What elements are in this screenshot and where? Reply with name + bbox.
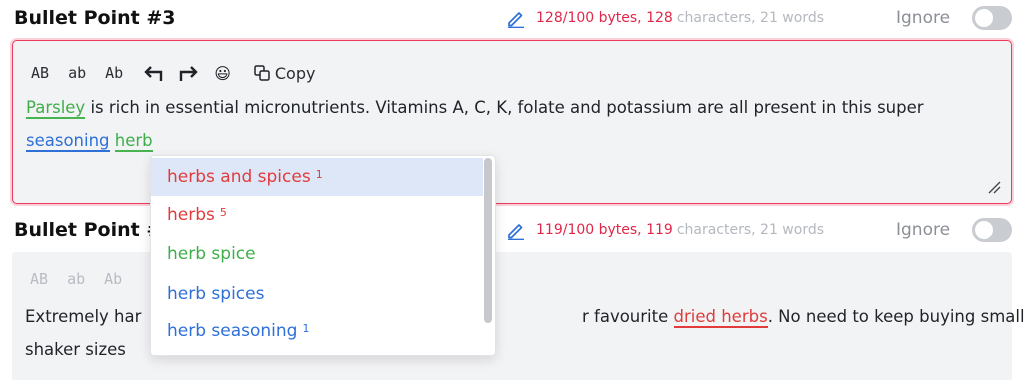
suggestion-label: herbs and spices	[167, 167, 311, 187]
copy-button[interactable]: Copy	[253, 63, 316, 83]
suggestion-label: herb spice	[167, 244, 256, 264]
flagged-word[interactable]: Parsley	[26, 98, 86, 119]
suggestion-label: herbs	[167, 205, 215, 225]
toggle-knob	[975, 221, 993, 239]
byte-counter: 119/100 bytes, 119 characters, 21 words	[506, 220, 824, 240]
suggestion-item[interactable]: herb spices	[151, 275, 483, 313]
bullet-text[interactable]: Parsley is rich in essential micronutrie…	[26, 91, 1006, 157]
suggestion-label: herb seasoning	[167, 321, 298, 341]
suggestion-item[interactable]: herb seasoning 1	[151, 312, 483, 350]
suggestion-label: herb spices	[167, 284, 265, 304]
flagged-word-active[interactable]: herb	[114, 131, 153, 152]
titlecase-button[interactable]: Ab	[105, 64, 123, 82]
pencil-icon[interactable]	[506, 8, 526, 28]
char-word-count: characters, 21 words	[676, 10, 825, 26]
ignore-toggle[interactable]	[972, 218, 1012, 242]
dropdown-scrollbar[interactable]	[484, 158, 492, 323]
redo-icon[interactable]	[178, 62, 200, 84]
toggle-knob	[975, 9, 993, 27]
bullet-title: Bullet Point #3	[14, 7, 176, 29]
lowercase-button[interactable]: ab	[67, 270, 85, 288]
pencil-icon[interactable]	[506, 220, 526, 240]
undo-icon[interactable]	[142, 62, 164, 84]
copy-label: Copy	[274, 63, 316, 83]
text-segment: is rich in essential micronutrients. Vit…	[85, 98, 924, 117]
emoji-button[interactable]: 😃	[214, 64, 231, 83]
text-segment-line: r favourite dried herbs. No need to keep…	[582, 300, 1024, 333]
suggestion-item[interactable]: herbs and spices 1	[151, 158, 483, 196]
ignore-label: Ignore	[896, 8, 951, 28]
lowercase-button[interactable]: ab	[68, 64, 86, 82]
bullet-header: Bullet Point #3 128/100 bytes, 128 chara…	[14, 0, 1014, 36]
ignore-toggle[interactable]	[972, 6, 1012, 30]
text-segment: r favourite	[582, 307, 674, 326]
suggestion-item[interactable]: herb spice	[151, 235, 483, 273]
suggestion-dropdown[interactable]: herbs and spices 1 herbs 5 herb spice herb…	[150, 155, 496, 356]
uppercase-button[interactable]: AB	[31, 64, 49, 82]
ignore-label: Ignore	[896, 220, 951, 240]
suggestion-count: 5	[219, 205, 227, 219]
copy-icon	[254, 65, 270, 81]
text-segment	[110, 131, 115, 150]
uppercase-button[interactable]: AB	[30, 270, 48, 288]
titlecase-button[interactable]: Ab	[104, 270, 122, 288]
resize-handle-icon[interactable]	[987, 179, 1001, 194]
text-segment: Extremely har	[25, 307, 142, 326]
suggestion-item[interactable]: herbs 5	[151, 196, 483, 234]
byte-count: 119/100 bytes, 119	[536, 222, 673, 238]
suggestion-count: 1	[315, 167, 323, 181]
flagged-word[interactable]: dried herbs	[673, 307, 768, 328]
bullet-title: Bullet Point #	[14, 219, 163, 241]
editor-toolbar: AB ab Ab 😃 Copy	[31, 59, 315, 87]
char-word-count: characters, 21 words	[676, 222, 825, 238]
editor-toolbar: AB ab Ab	[30, 270, 141, 288]
text-segment: shaker sizes	[25, 340, 126, 359]
suggestion-count: 1	[302, 321, 310, 335]
text-segment: . No need to keep buying small	[767, 307, 1024, 326]
byte-count: 128/100 bytes, 128	[536, 10, 673, 26]
flagged-word[interactable]: seasoning	[26, 131, 110, 152]
byte-counter: 128/100 bytes, 128 characters, 21 words	[506, 8, 824, 28]
